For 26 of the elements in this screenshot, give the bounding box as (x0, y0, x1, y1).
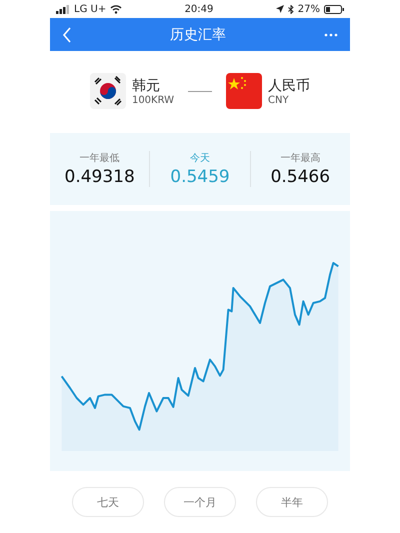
currency-code: CNY (268, 94, 290, 106)
more-icon[interactable] (324, 32, 338, 36)
period-button[interactable]: 半年 (256, 487, 328, 517)
currency-name: 韩元 (132, 76, 161, 94)
clock-time: 20:49 (184, 4, 214, 14)
battery-percent: 27% (298, 4, 320, 14)
currency-code: 100KRW (132, 94, 174, 106)
period-button[interactable]: 一个月 (164, 487, 236, 517)
stat-value: 0.5459 (170, 167, 230, 187)
page-title: 历史汇率 (170, 26, 226, 44)
wifi-icon (110, 4, 122, 14)
stat-label: 一年最低 (80, 152, 120, 165)
china-flag-icon (226, 73, 262, 109)
stat-label: 今天 (190, 152, 210, 165)
location-icon (276, 5, 284, 13)
currency-name: 人民币 (268, 76, 310, 94)
stat-value: 0.49318 (64, 167, 135, 187)
carrier-name: LG U+ (74, 4, 106, 14)
stat-value: 0.5466 (270, 167, 330, 187)
back-icon[interactable] (62, 26, 72, 42)
korea-flag-icon (90, 73, 126, 109)
battery-icon (324, 4, 344, 14)
signal-icon (56, 4, 70, 14)
period-button[interactable]: 七天 (72, 487, 144, 517)
bluetooth-icon (288, 4, 294, 14)
stat-label: 一年最高 (280, 152, 320, 165)
